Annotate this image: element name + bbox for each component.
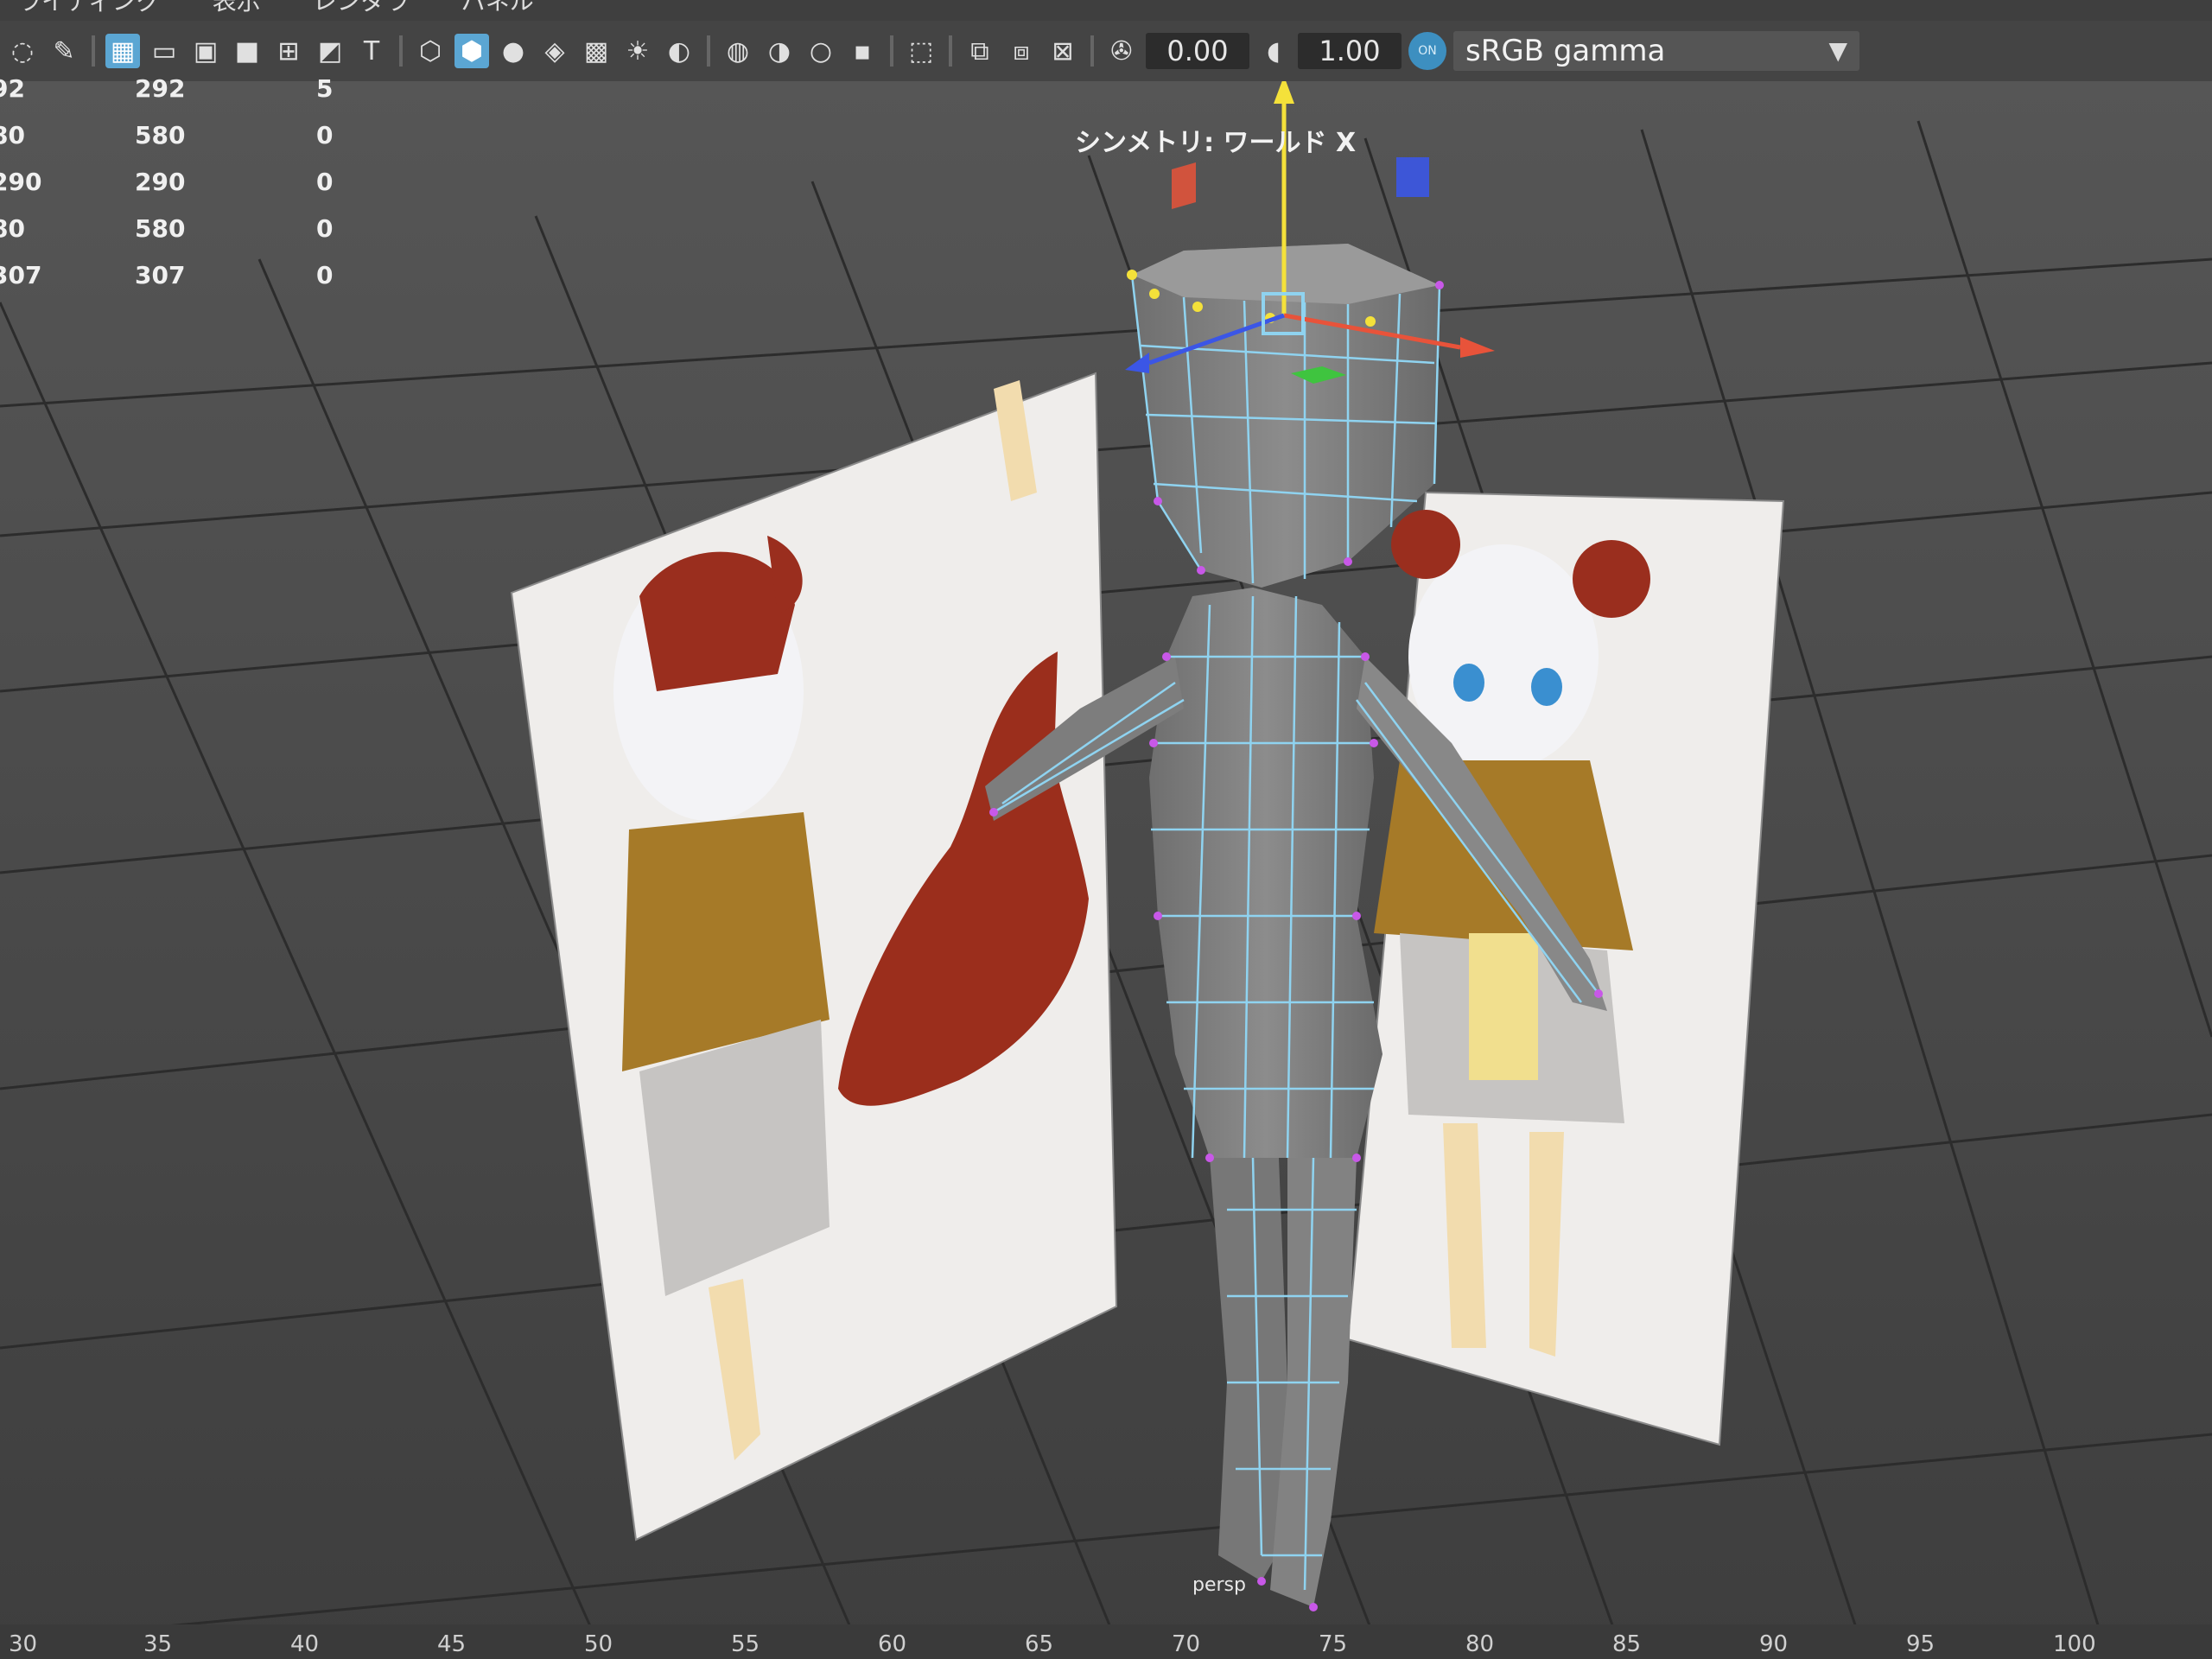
menu-bar: ライティング 表示 レンダラ パネル <box>0 0 2212 21</box>
hud-value: 80 <box>0 214 25 243</box>
checker-icon[interactable]: ▩ <box>579 34 613 68</box>
shaded-cube-icon[interactable]: ⬢ <box>454 34 489 68</box>
image-plane-icon[interactable]: ◩ <box>313 34 347 68</box>
hud-row: 92 292 5 <box>0 74 363 121</box>
hud-value: 290 <box>0 168 42 196</box>
timeline-tick: 90 <box>1759 1631 1789 1657</box>
anti-alias-icon[interactable]: ○ <box>804 34 838 68</box>
lasso-icon[interactable]: ◌ <box>5 34 40 68</box>
xray-icon[interactable]: ⧉ <box>963 34 997 68</box>
hud-value: 580 <box>135 214 186 243</box>
hud-value: 0 <box>316 121 334 149</box>
color-management-toggle[interactable]: ON <box>1408 32 1446 70</box>
toolbar-separator <box>399 35 403 67</box>
menu-show[interactable]: 表示 <box>213 0 261 21</box>
timeline-tick: 50 <box>584 1631 613 1657</box>
hud-row: 307 307 0 <box>0 261 363 308</box>
color-space-value: sRGB gamma <box>1465 34 1666 68</box>
timeline-tick: 45 <box>437 1631 467 1657</box>
field-chart-icon[interactable]: ⊞ <box>271 34 306 68</box>
timeline-tick: 75 <box>1319 1631 1348 1657</box>
hud-value: 307 <box>135 261 186 289</box>
viewport-toolbar: ◌ ✎ ▦ ▭ ▣ ■ ⊞ ◩ T ⬡ ⬢ ● ◈ ▩ ☀ ◐ ◍ ◑ ○ ▪ … <box>0 21 2212 81</box>
menu-lighting[interactable]: ライティング <box>17 0 161 21</box>
camera-label: persp <box>1192 1574 1246 1596</box>
film-gate-icon[interactable]: ▭ <box>147 34 181 68</box>
timeline-tick: 85 <box>1612 1631 1642 1657</box>
hud-row: 80 580 0 <box>0 121 363 168</box>
hud-value: 307 <box>0 261 42 289</box>
hud-value: 580 <box>135 121 186 149</box>
xray-joints-icon[interactable]: ⧈ <box>1004 34 1039 68</box>
motion-blur-icon[interactable]: ◑ <box>762 34 797 68</box>
timeline-tick: 35 <box>143 1631 173 1657</box>
toolbar-separator <box>1090 35 1094 67</box>
toolbar-separator <box>92 35 95 67</box>
isolate-select-icon[interactable]: ⬚ <box>904 34 938 68</box>
hud-value: 5 <box>316 74 334 103</box>
hud-value: 0 <box>316 168 334 196</box>
hud-row: 290 290 0 <box>0 168 363 214</box>
menu-panels[interactable]: パネル <box>461 0 534 21</box>
time-slider[interactable]: 30 35 40 45 50 55 60 65 70 75 80 85 90 9… <box>0 1624 2212 1659</box>
hud-value: 292 <box>135 74 186 103</box>
hud-value: 0 <box>316 214 334 243</box>
timeline-tick: 100 <box>2053 1631 2096 1657</box>
wireframe-cube-icon[interactable]: ⬡ <box>413 34 448 68</box>
smooth-sphere-icon[interactable]: ● <box>496 34 531 68</box>
textured-cube-icon[interactable]: ◈ <box>537 34 572 68</box>
exposure-field[interactable]: 0.00 <box>1146 33 1249 69</box>
brush-icon[interactable]: ✎ <box>47 34 81 68</box>
timeline-tick: 55 <box>731 1631 760 1657</box>
hud-value: 0 <box>316 261 334 289</box>
poly-count-hud: 92 292 5 80 580 0 290 290 0 80 580 0 307… <box>0 74 363 308</box>
menu-renderer[interactable]: レンダラ <box>313 0 410 21</box>
light-icon[interactable]: ☀ <box>620 34 655 68</box>
timeline-tick: 70 <box>1172 1631 1201 1657</box>
shadow-icon[interactable]: ◐ <box>662 34 696 68</box>
hud-value: 290 <box>135 168 186 196</box>
timeline-tick: 30 <box>9 1631 38 1657</box>
timeline-tick: 60 <box>878 1631 907 1657</box>
resolution-gate-icon[interactable]: ▣ <box>188 34 223 68</box>
timeline-tick: 80 <box>1465 1631 1495 1657</box>
gamma-field[interactable]: 1.00 <box>1298 33 1402 69</box>
hud-row: 80 580 0 <box>0 214 363 261</box>
ambient-occlusion-icon[interactable]: ◍ <box>721 34 755 68</box>
timeline-tick: 95 <box>1906 1631 1936 1657</box>
exposure-icon[interactable]: ✇ <box>1104 34 1139 68</box>
timeline-tick: 40 <box>290 1631 320 1657</box>
color-space-dropdown[interactable]: sRGB gamma ▼ <box>1453 31 1859 71</box>
hud-value: 80 <box>0 121 25 149</box>
hud-value: 92 <box>0 74 25 103</box>
backface-icon[interactable]: ⊠ <box>1046 34 1080 68</box>
toolbar-separator <box>949 35 952 67</box>
safe-area-icon[interactable]: ■ <box>230 34 264 68</box>
toolbar-separator <box>890 35 893 67</box>
timeline-tick: 65 <box>1025 1631 1054 1657</box>
toolbar-separator <box>707 35 710 67</box>
text-icon[interactable]: T <box>354 34 389 68</box>
grid-icon[interactable]: ▦ <box>105 34 140 68</box>
gamma-icon[interactable]: ◖ <box>1256 34 1291 68</box>
chevron-down-icon: ▼ <box>1828 36 1847 65</box>
symmetry-label: シンメトリ: ワールド X <box>1075 128 1357 158</box>
depth-icon[interactable]: ▪ <box>845 34 880 68</box>
